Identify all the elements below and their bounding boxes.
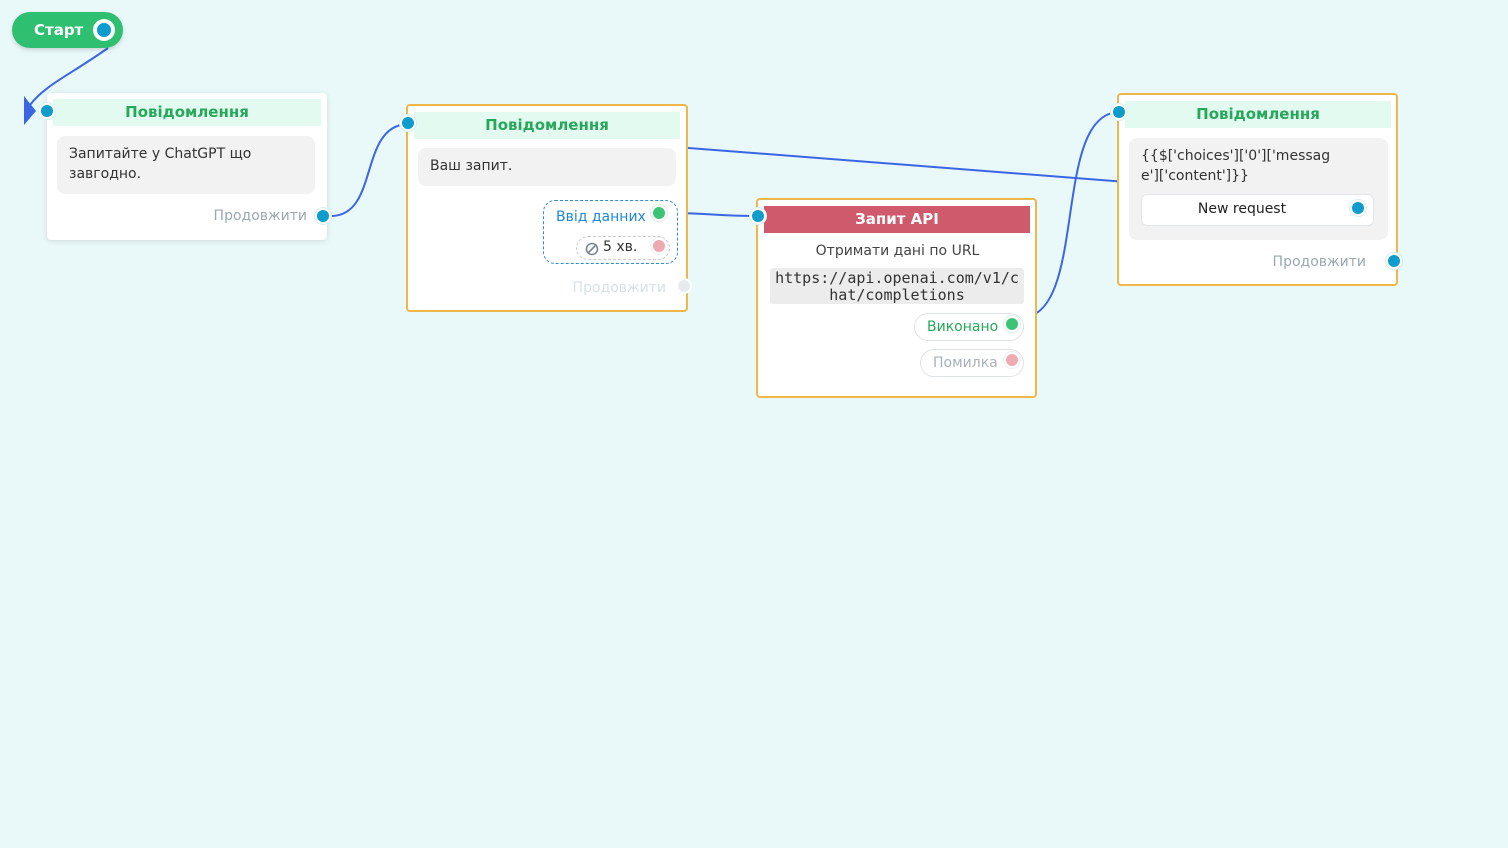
error-label: Помилка	[933, 355, 998, 371]
api-subtitle: Отримати дані по URL	[815, 243, 980, 259]
continue-label: Продовжити	[213, 208, 307, 224]
message-node-2[interactable]: Повідомлення Ваш запит. Ввід данних 5 хв…	[406, 104, 688, 312]
node-title: Запит API	[764, 206, 1030, 233]
api-success-port[interactable]	[1004, 316, 1020, 332]
msg1-input-port[interactable]	[39, 103, 55, 119]
new-request-button[interactable]: New request	[1141, 194, 1374, 226]
success-label: Виконано	[927, 319, 999, 335]
api-url: https://api.openai.com/v1/chat/completio…	[770, 268, 1024, 304]
message-text: Ваш запит.	[418, 148, 676, 186]
node-title: Повідомлення	[414, 112, 680, 139]
start-label: Старт	[34, 21, 84, 39]
timeout-port[interactable]	[651, 238, 667, 254]
message-node-3[interactable]: Повідомлення {{$['choices']['0']['messag…	[1117, 93, 1398, 286]
wire-msg1-to-msg2[interactable]	[330, 123, 410, 217]
msg3-continue-port[interactable]	[1386, 253, 1402, 269]
input-label[interactable]: Ввід данних	[556, 209, 646, 225]
message-text: Запитайте у ChatGPT що завгодно.	[57, 136, 315, 194]
continue-label: Продовжити	[1272, 254, 1366, 270]
msg2-input-port[interactable]	[400, 115, 416, 131]
forbidden-circle-icon	[585, 241, 599, 256]
node-title: Повідомлення	[1125, 101, 1391, 128]
new-request-port[interactable]	[1350, 200, 1366, 216]
timeout-label: 5 хв.	[603, 239, 638, 255]
api-error-port[interactable]	[1004, 352, 1020, 368]
msg3-input-port[interactable]	[1111, 104, 1127, 120]
continue-label: Продовжити	[572, 280, 666, 296]
input-success-port[interactable]	[651, 205, 667, 221]
api-input-port[interactable]	[750, 208, 766, 224]
msg1-continue-port[interactable]	[315, 208, 331, 224]
node-title: Повідомлення	[53, 99, 321, 126]
message-node-1[interactable]: Повідомлення Запитайте у ChatGPT що завг…	[47, 93, 327, 240]
ring-port-icon[interactable]	[93, 19, 115, 41]
message-text: {{$['choices']['0']['message']['content'…	[1141, 148, 1331, 184]
msg2-continue-port[interactable]	[676, 278, 692, 294]
new-request-label: New request	[1197, 201, 1287, 217]
api-request-node[interactable]: Запит API Отримати дані по URL https://a…	[756, 198, 1037, 398]
start-node[interactable]: Старт	[12, 12, 123, 48]
message-bubble: {{$['choices']['0']['message']['content'…	[1129, 138, 1388, 240]
